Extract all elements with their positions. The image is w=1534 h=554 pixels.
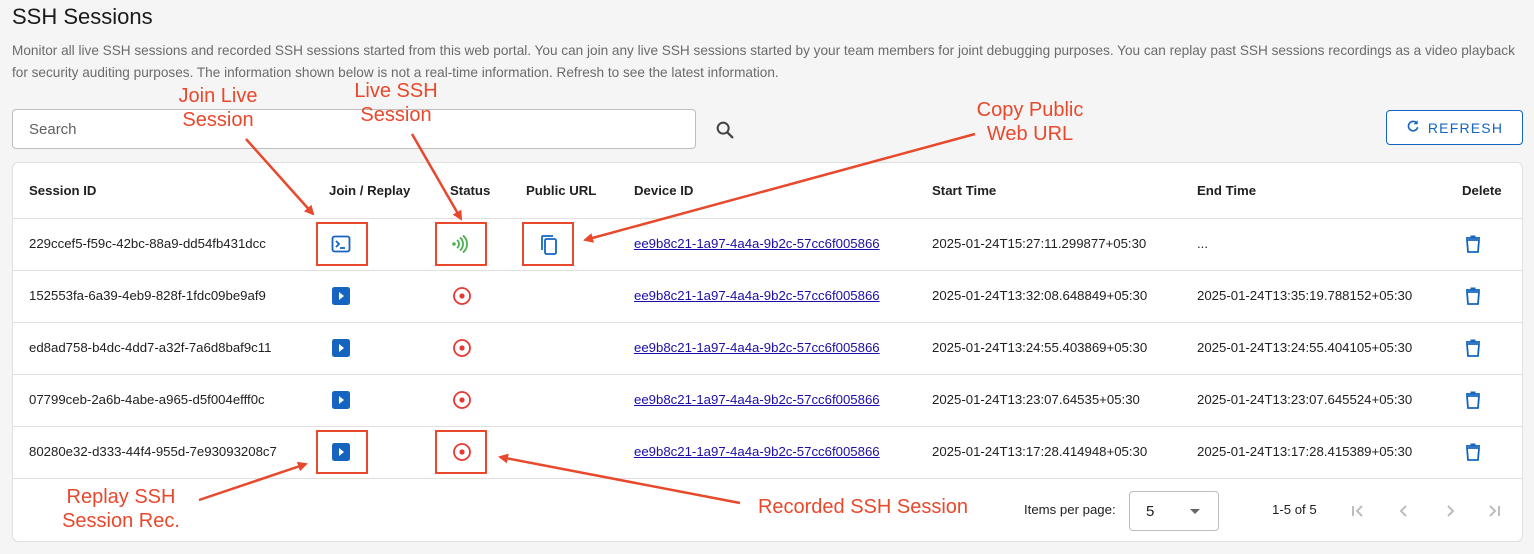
page-title: SSH Sessions — [12, 4, 153, 29]
annotation-join-live: Join Live Session — [160, 84, 276, 132]
col-header-status: Status — [450, 183, 491, 198]
divider — [13, 322, 1522, 323]
items-per-page-value: 5 — [1146, 503, 1155, 520]
annotation-replay: Replay SSH Session Rec. — [46, 485, 196, 533]
start-time-cell: 2025-01-24T13:32:08.648849+05:30 — [932, 288, 1148, 303]
annotation-live-ssh: Live SSH Session — [336, 79, 456, 127]
session-id-cell: 80280e32-d333-44f4-955d-7e93093208c7 — [29, 444, 277, 459]
end-time-cell: 2025-01-24T13:23:07.645524+05:30 — [1197, 392, 1413, 407]
delete-icon[interactable] — [1465, 235, 1485, 255]
device-id-link[interactable]: ee9b8c21-1a97-4a4a-9b2c-57cc6f005866 — [634, 236, 880, 251]
annotation-text: Recorded SSH Session — [757, 496, 969, 518]
col-header-delete: Delete — [1462, 183, 1502, 198]
annotation-box-recorded — [435, 430, 487, 474]
refresh-label: REFRESH — [1427, 119, 1504, 136]
delete-icon[interactable] — [1465, 339, 1485, 359]
annotation-text: Live SSH Session — [354, 80, 438, 126]
first-page-icon[interactable] — [1349, 502, 1367, 520]
refresh-icon — [1406, 119, 1420, 136]
end-time-cell: 2025-01-24T13:24:55.404105+05:30 — [1197, 340, 1413, 355]
col-header-join-replay: Join / Replay — [329, 183, 411, 198]
divider — [13, 374, 1522, 375]
pagination-range: 1-5 of 5 — [1272, 502, 1317, 517]
replay-icon[interactable] — [331, 286, 351, 306]
page-description: Monitor all live SSH sessions and record… — [12, 43, 1515, 80]
delete-icon[interactable] — [1465, 391, 1485, 411]
end-time-cell: 2025-01-24T13:17:28.415389+05:30 — [1197, 444, 1413, 459]
annotation-box-join — [316, 222, 368, 266]
annotation-text: Replay SSH Session Rec. — [62, 486, 180, 532]
session-id-cell: 152553fa-6a39-4eb9-828f-1fdc09be9af9 — [29, 288, 266, 303]
start-time-cell: 2025-01-24T15:27:11.299877+05:30 — [932, 236, 1147, 251]
session-id-cell: ed8ad758-b4dc-4dd7-a32f-7a6d8baf9c11 — [29, 340, 272, 355]
start-time-cell: 2025-01-24T13:23:07.64535+05:30 — [932, 392, 1140, 407]
annotation-recorded: Recorded SSH Session — [752, 495, 974, 519]
start-time-cell: 2025-01-24T13:17:28.414948+05:30 — [932, 444, 1148, 459]
delete-icon[interactable] — [1465, 287, 1485, 307]
annotation-box-copy — [522, 222, 574, 266]
last-page-icon[interactable] — [1485, 502, 1503, 520]
divider — [13, 426, 1522, 427]
annotation-text: Copy Public Web URL — [976, 99, 1084, 145]
divider — [13, 218, 1522, 219]
device-id-link[interactable]: ee9b8c21-1a97-4a4a-9b2c-57cc6f005866 — [634, 392, 880, 407]
prev-page-icon[interactable] — [1395, 502, 1413, 520]
delete-icon[interactable] — [1465, 443, 1485, 463]
start-time-cell: 2025-01-24T13:24:55.403869+05:30 — [932, 340, 1148, 355]
device-id-link[interactable]: ee9b8c21-1a97-4a4a-9b2c-57cc6f005866 — [634, 288, 880, 303]
recorded-icon — [452, 338, 472, 358]
session-id-cell: 07799ceb-2a6b-4abe-a965-d5f004efff0c — [29, 392, 265, 407]
annotation-copy-url: Copy Public Web URL — [950, 98, 1110, 146]
refresh-button[interactable]: REFRESH — [1386, 110, 1523, 145]
session-id-cell: 229ccef5-f59c-42bc-88a9-dd54fb431dcc — [29, 236, 266, 251]
items-per-page-select[interactable]: 5 — [1129, 491, 1219, 531]
col-header-session-id: Session ID — [29, 183, 97, 198]
divider — [13, 478, 1522, 479]
replay-icon[interactable] — [331, 338, 351, 358]
annotation-text: Join Live Session — [178, 85, 258, 131]
end-time-cell: ... — [1197, 236, 1208, 251]
col-header-device-id: Device ID — [634, 183, 694, 198]
recorded-icon — [452, 286, 472, 306]
col-header-public-url: Public URL — [526, 183, 597, 198]
col-header-start-time: Start Time — [932, 183, 997, 198]
next-page-icon[interactable] — [1441, 502, 1459, 520]
device-id-link[interactable]: ee9b8c21-1a97-4a4a-9b2c-57cc6f005866 — [634, 444, 880, 459]
sessions-table: Session ID Join / Replay Status Public U… — [12, 162, 1523, 542]
col-header-end-time: End Time — [1197, 183, 1257, 198]
device-id-link[interactable]: ee9b8c21-1a97-4a4a-9b2c-57cc6f005866 — [634, 340, 880, 355]
end-time-cell: 2025-01-24T13:35:19.788152+05:30 — [1197, 288, 1413, 303]
replay-icon[interactable] — [331, 390, 351, 410]
items-per-page-label: Items per page: — [1024, 502, 1116, 517]
annotation-box-live — [435, 222, 487, 266]
annotation-box-replay — [316, 430, 368, 474]
recorded-icon — [452, 390, 472, 410]
search-icon[interactable] — [714, 119, 736, 141]
chevron-down-icon — [1190, 509, 1200, 514]
divider — [13, 270, 1522, 271]
